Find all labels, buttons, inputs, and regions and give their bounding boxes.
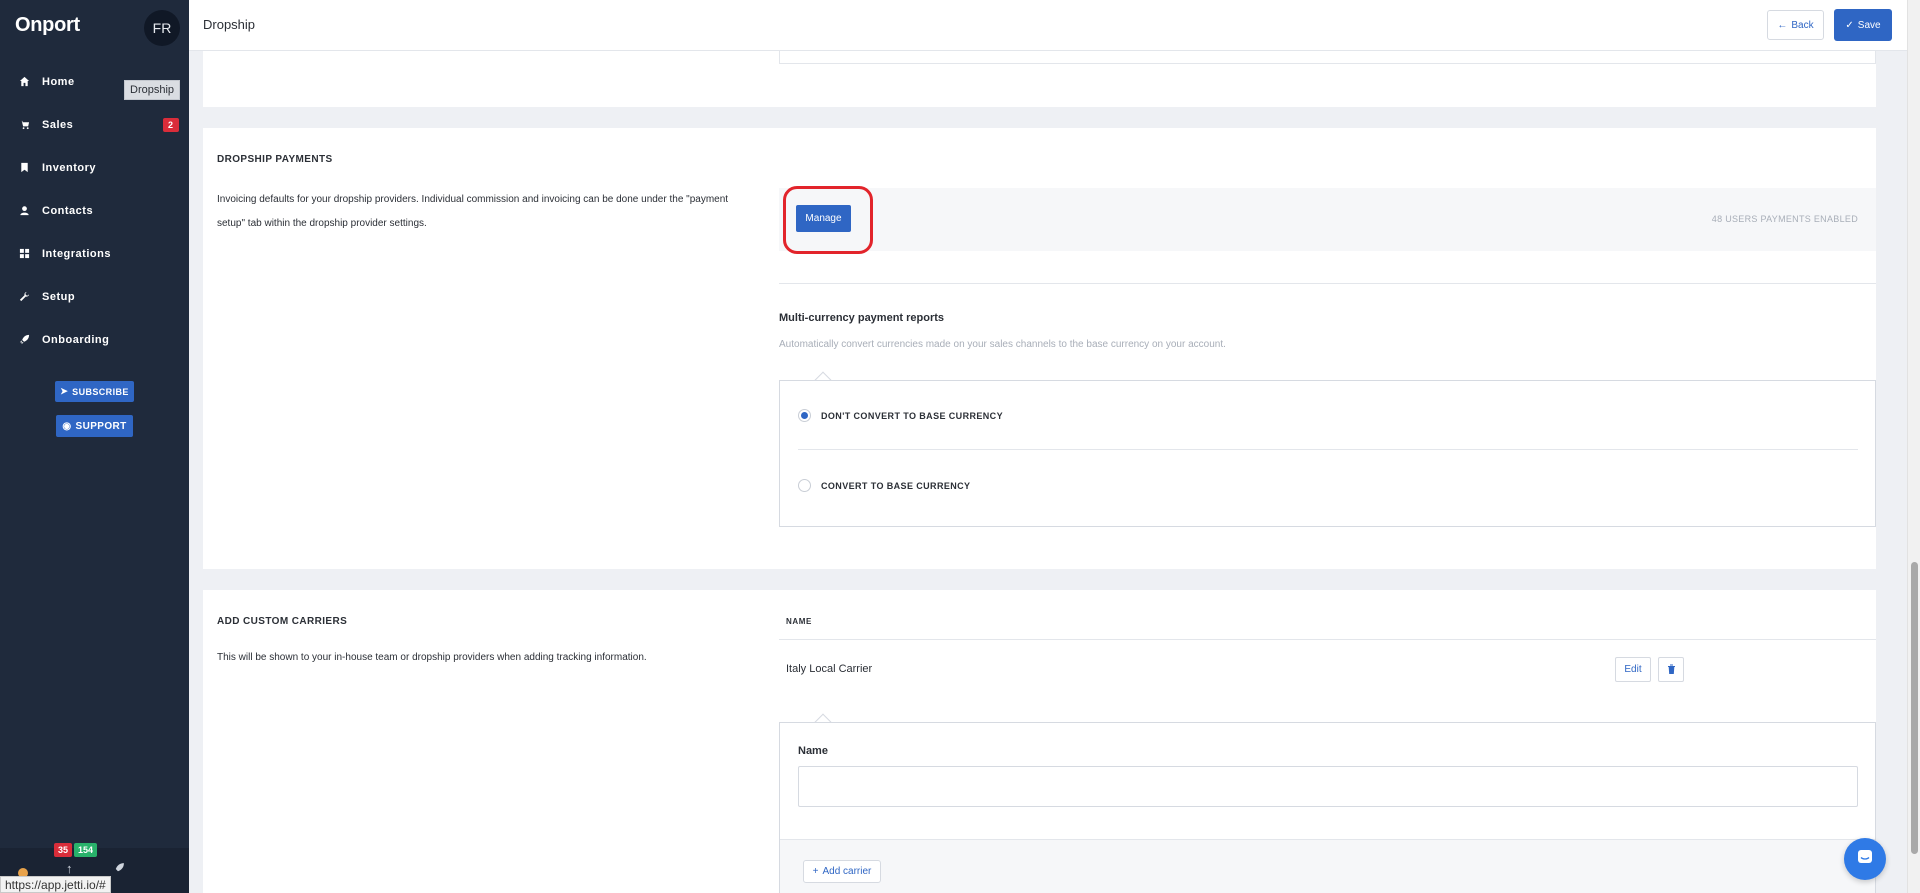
users-enabled-count: 48 USERS PAYMENTS ENABLED xyxy=(1711,214,1858,224)
wrench-icon xyxy=(18,291,30,303)
radio-dont-convert[interactable]: DON'T CONVERT TO BASE CURRENCY xyxy=(798,409,1003,422)
upload-arrow-icon[interactable]: ↑ xyxy=(66,861,73,876)
check-icon: ✓ xyxy=(1845,19,1854,31)
sidebar: Onport FR Home Sales 2 Inventory Contact… xyxy=(0,0,189,893)
manage-payments-area: Manage 48 USERS PAYMENTS ENABLED xyxy=(779,186,1876,254)
radio-label: CONVERT TO BASE CURRENCY xyxy=(821,480,971,491)
subscribe-label: SUBSCRIBE xyxy=(72,386,129,397)
radio-button[interactable] xyxy=(798,479,811,492)
sales-count-badge: 2 xyxy=(163,118,179,132)
app-logo[interactable]: Onport xyxy=(15,14,80,37)
carrier-name: Italy Local Carrier xyxy=(786,663,873,675)
radio-button-selected[interactable] xyxy=(798,409,811,422)
sidebar-nav: Home Sales 2 Inventory Contacts Integrat… xyxy=(0,60,189,361)
trash-icon xyxy=(1667,661,1676,679)
divider xyxy=(779,283,1876,284)
home-icon xyxy=(18,76,30,88)
arrow-left-icon: ← xyxy=(1777,19,1788,31)
name-field-label: Name xyxy=(798,745,828,757)
delete-carrier-button[interactable] xyxy=(1658,657,1684,682)
chat-icon xyxy=(1856,848,1874,871)
user-avatar[interactable]: FR xyxy=(144,10,180,46)
sidebar-item-label: Inventory xyxy=(42,161,97,174)
main-content: DROPSHIP PAYMENTS Invoicing defaults for… xyxy=(189,51,1920,893)
sidebar-item-label: Sales xyxy=(42,118,74,131)
grid-icon xyxy=(18,248,30,260)
sidebar-item-contacts[interactable]: Contacts xyxy=(0,189,189,232)
add-carrier-label: Add carrier xyxy=(822,866,872,877)
save-button[interactable]: ✓ Save xyxy=(1834,9,1892,41)
radio-convert[interactable]: CONVERT TO BASE CURRENCY xyxy=(798,479,970,492)
plus-icon: + xyxy=(812,866,819,877)
sidebar-item-label: Setup xyxy=(42,290,76,303)
form-footer: + Add carrier xyxy=(780,839,1875,893)
chat-launcher-button[interactable] xyxy=(1844,838,1886,880)
sidebar-item-label: Onboarding xyxy=(42,333,110,346)
bookmark-icon xyxy=(18,162,30,174)
page-scrollbar[interactable] xyxy=(1907,0,1920,893)
previous-section-panel xyxy=(203,51,1876,107)
divider xyxy=(779,639,1876,640)
support-button[interactable]: ◉ SUPPORT xyxy=(56,415,133,437)
dropship-payments-panel: DROPSHIP PAYMENTS Invoicing defaults for… xyxy=(203,128,1876,569)
cart-icon xyxy=(18,119,30,131)
section-title: DROPSHIP PAYMENTS xyxy=(217,154,333,165)
top-bar: Dropship ← Back ✓ Save xyxy=(189,0,1920,51)
nav-tooltip: Dropship xyxy=(124,80,181,100)
page-title: Dropship xyxy=(203,17,256,32)
section-description: Invoicing defaults for your dropship pro… xyxy=(217,194,729,229)
rocket-icon xyxy=(18,334,30,346)
previous-section-box xyxy=(779,51,1876,64)
sidebar-item-label: Contacts xyxy=(42,204,94,217)
success-count-badge[interactable]: 154 xyxy=(74,843,98,857)
add-carrier-form: Name + Add carrier xyxy=(779,722,1876,893)
back-button[interactable]: ← Back xyxy=(1767,10,1824,40)
custom-carriers-panel: ADD CUSTOM CARRIERS This will be shown t… xyxy=(203,590,1876,893)
sidebar-item-label: Home xyxy=(42,75,75,88)
rocket-icon[interactable] xyxy=(112,862,125,880)
edit-carrier-button[interactable]: Edit xyxy=(1615,657,1651,682)
error-count-badge[interactable]: 35 xyxy=(54,843,73,857)
section-description: This will be shown to your in-house team… xyxy=(217,652,647,663)
sidebar-item-setup[interactable]: Setup xyxy=(0,275,189,318)
save-label: Save xyxy=(1857,19,1881,31)
carrier-name-input[interactable] xyxy=(798,766,1858,807)
add-carrier-button[interactable]: + Add carrier xyxy=(803,860,881,883)
divider xyxy=(798,449,1858,450)
radio-label: DON'T CONVERT TO BASE CURRENCY xyxy=(821,410,1003,421)
sidebar-item-onboarding[interactable]: Onboarding xyxy=(0,318,189,361)
multicurrency-title: Multi-currency payment reports xyxy=(779,312,945,324)
subscribe-button[interactable]: ➤ SUBSCRIBE xyxy=(55,381,134,402)
user-icon xyxy=(18,205,30,217)
column-header-name[interactable]: NAME xyxy=(786,617,812,626)
sidebar-item-inventory[interactable]: Inventory xyxy=(0,146,189,189)
status-bar-url: https://app.jetti.io/# xyxy=(0,876,111,893)
sidebar-item-integrations[interactable]: Integrations xyxy=(0,232,189,275)
manage-button[interactable]: Manage xyxy=(796,205,851,232)
sidebar-item-label: Integrations xyxy=(42,247,111,260)
support-label: SUPPORT xyxy=(75,420,127,432)
multicurrency-description: Automatically convert currencies made on… xyxy=(779,339,1226,350)
section-title: ADD CUSTOM CARRIERS xyxy=(217,616,348,627)
send-icon: ➤ xyxy=(60,386,69,396)
help-icon: ◉ xyxy=(62,420,72,432)
currency-options-box: DON'T CONVERT TO BASE CURRENCY CONVERT T… xyxy=(779,380,1876,527)
back-label: Back xyxy=(1791,19,1814,31)
scrollbar-thumb[interactable] xyxy=(1911,562,1918,854)
sidebar-item-sales[interactable]: Sales 2 xyxy=(0,103,189,146)
